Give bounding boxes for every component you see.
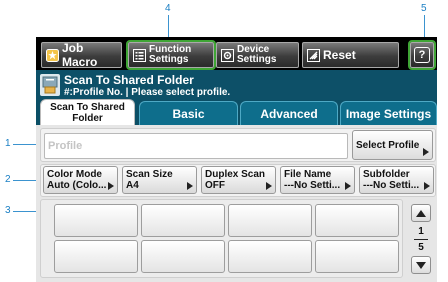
grid-slot-4[interactable] — [315, 204, 399, 237]
page-down-button[interactable] — [411, 256, 431, 274]
grid-slot-2[interactable] — [141, 204, 225, 237]
duplex-scan-value: OFF — [205, 180, 225, 191]
subfolder-button[interactable]: Subfolder ---No Setti... — [359, 166, 434, 194]
device-gear-icon — [221, 48, 234, 62]
function-settings-button[interactable]: Function Settings — [126, 40, 216, 70]
arrow-right-icon — [266, 182, 272, 190]
color-mode-name: Color Mode — [47, 169, 102, 180]
callout-5: 5 — [421, 3, 427, 14]
arrow-up-icon — [416, 209, 426, 217]
screen-header: Scan To Shared Folder #:Profile No. | Pl… — [36, 70, 437, 100]
callout-3: 3 — [5, 205, 11, 216]
grid-slot-3[interactable] — [228, 204, 312, 237]
file-name-value: ---No Setti... — [284, 180, 341, 191]
shared-folder-icon — [40, 74, 60, 96]
scan-size-button[interactable]: Scan Size A4 — [122, 166, 197, 194]
color-mode-value: Auto (Colo... — [47, 180, 107, 191]
tab-scan-to-shared-folder[interactable]: Scan To Shared Folder — [40, 99, 135, 126]
tab-advanced[interactable]: Advanced — [240, 101, 338, 125]
tab-scan-label-1: Scan To Shared — [50, 102, 125, 113]
function-settings-label-2: Settings — [149, 54, 189, 65]
duplex-scan-name: Duplex Scan — [205, 169, 266, 180]
arrow-right-icon — [187, 182, 193, 190]
page-current: 1 — [418, 226, 424, 237]
list-icon — [133, 48, 146, 62]
grid-slot-6[interactable] — [141, 240, 225, 273]
star-icon — [46, 48, 59, 62]
page-subtitle: #:Profile No. | Please select profile. — [64, 87, 231, 98]
reset-label: Reset — [323, 48, 356, 62]
reset-icon — [307, 48, 320, 62]
page-up-button[interactable] — [411, 204, 431, 222]
duplex-scan-button[interactable]: Duplex Scan OFF — [201, 166, 276, 194]
help-button[interactable]: ? — [408, 40, 436, 70]
arrow-right-icon — [108, 182, 114, 190]
tab-basic[interactable]: Basic — [139, 101, 238, 125]
grid-slot-1[interactable] — [54, 204, 138, 237]
file-name-name: File Name — [284, 169, 332, 180]
grid-slot-7[interactable] — [228, 240, 312, 273]
device-settings-button[interactable]: Device Settings — [216, 42, 299, 68]
help-icon: ? — [414, 47, 430, 63]
callout-1: 1 — [5, 138, 11, 149]
color-mode-button[interactable]: Color Mode Auto (Colo... — [43, 166, 118, 194]
callout-2: 2 — [5, 174, 11, 185]
profile-field[interactable]: Profile — [44, 133, 348, 159]
tab-scan-label-2: Folder — [72, 113, 103, 124]
select-profile-button[interactable]: Select Profile — [352, 130, 433, 160]
grid-slot-8[interactable] — [315, 240, 399, 273]
arrow-right-icon — [424, 182, 430, 190]
file-name-button[interactable]: File Name ---No Setti... — [280, 166, 355, 194]
page-title: Scan To Shared Folder — [64, 73, 194, 87]
arrow-down-icon — [416, 261, 426, 269]
callout-4: 4 — [165, 3, 171, 14]
arrow-right-icon — [423, 148, 429, 156]
subfolder-value: ---No Setti... — [363, 180, 420, 191]
scan-size-name: Scan Size — [126, 169, 173, 180]
job-macro-button[interactable]: Job Macro — [41, 41, 122, 69]
scan-size-value: A4 — [126, 180, 139, 191]
reset-button[interactable]: Reset — [302, 42, 399, 68]
page-total: 5 — [418, 242, 424, 253]
tab-image-settings[interactable]: Image Settings — [340, 101, 437, 125]
select-profile-label: Select Profile — [356, 140, 420, 151]
arrow-right-icon — [345, 182, 351, 190]
device-settings-label-2: Settings — [237, 54, 277, 65]
job-macro-label: Job Macro — [62, 41, 98, 69]
subfolder-name: Subfolder — [363, 169, 410, 180]
page-divider — [414, 239, 428, 240]
grid-slot-5[interactable] — [54, 240, 138, 273]
